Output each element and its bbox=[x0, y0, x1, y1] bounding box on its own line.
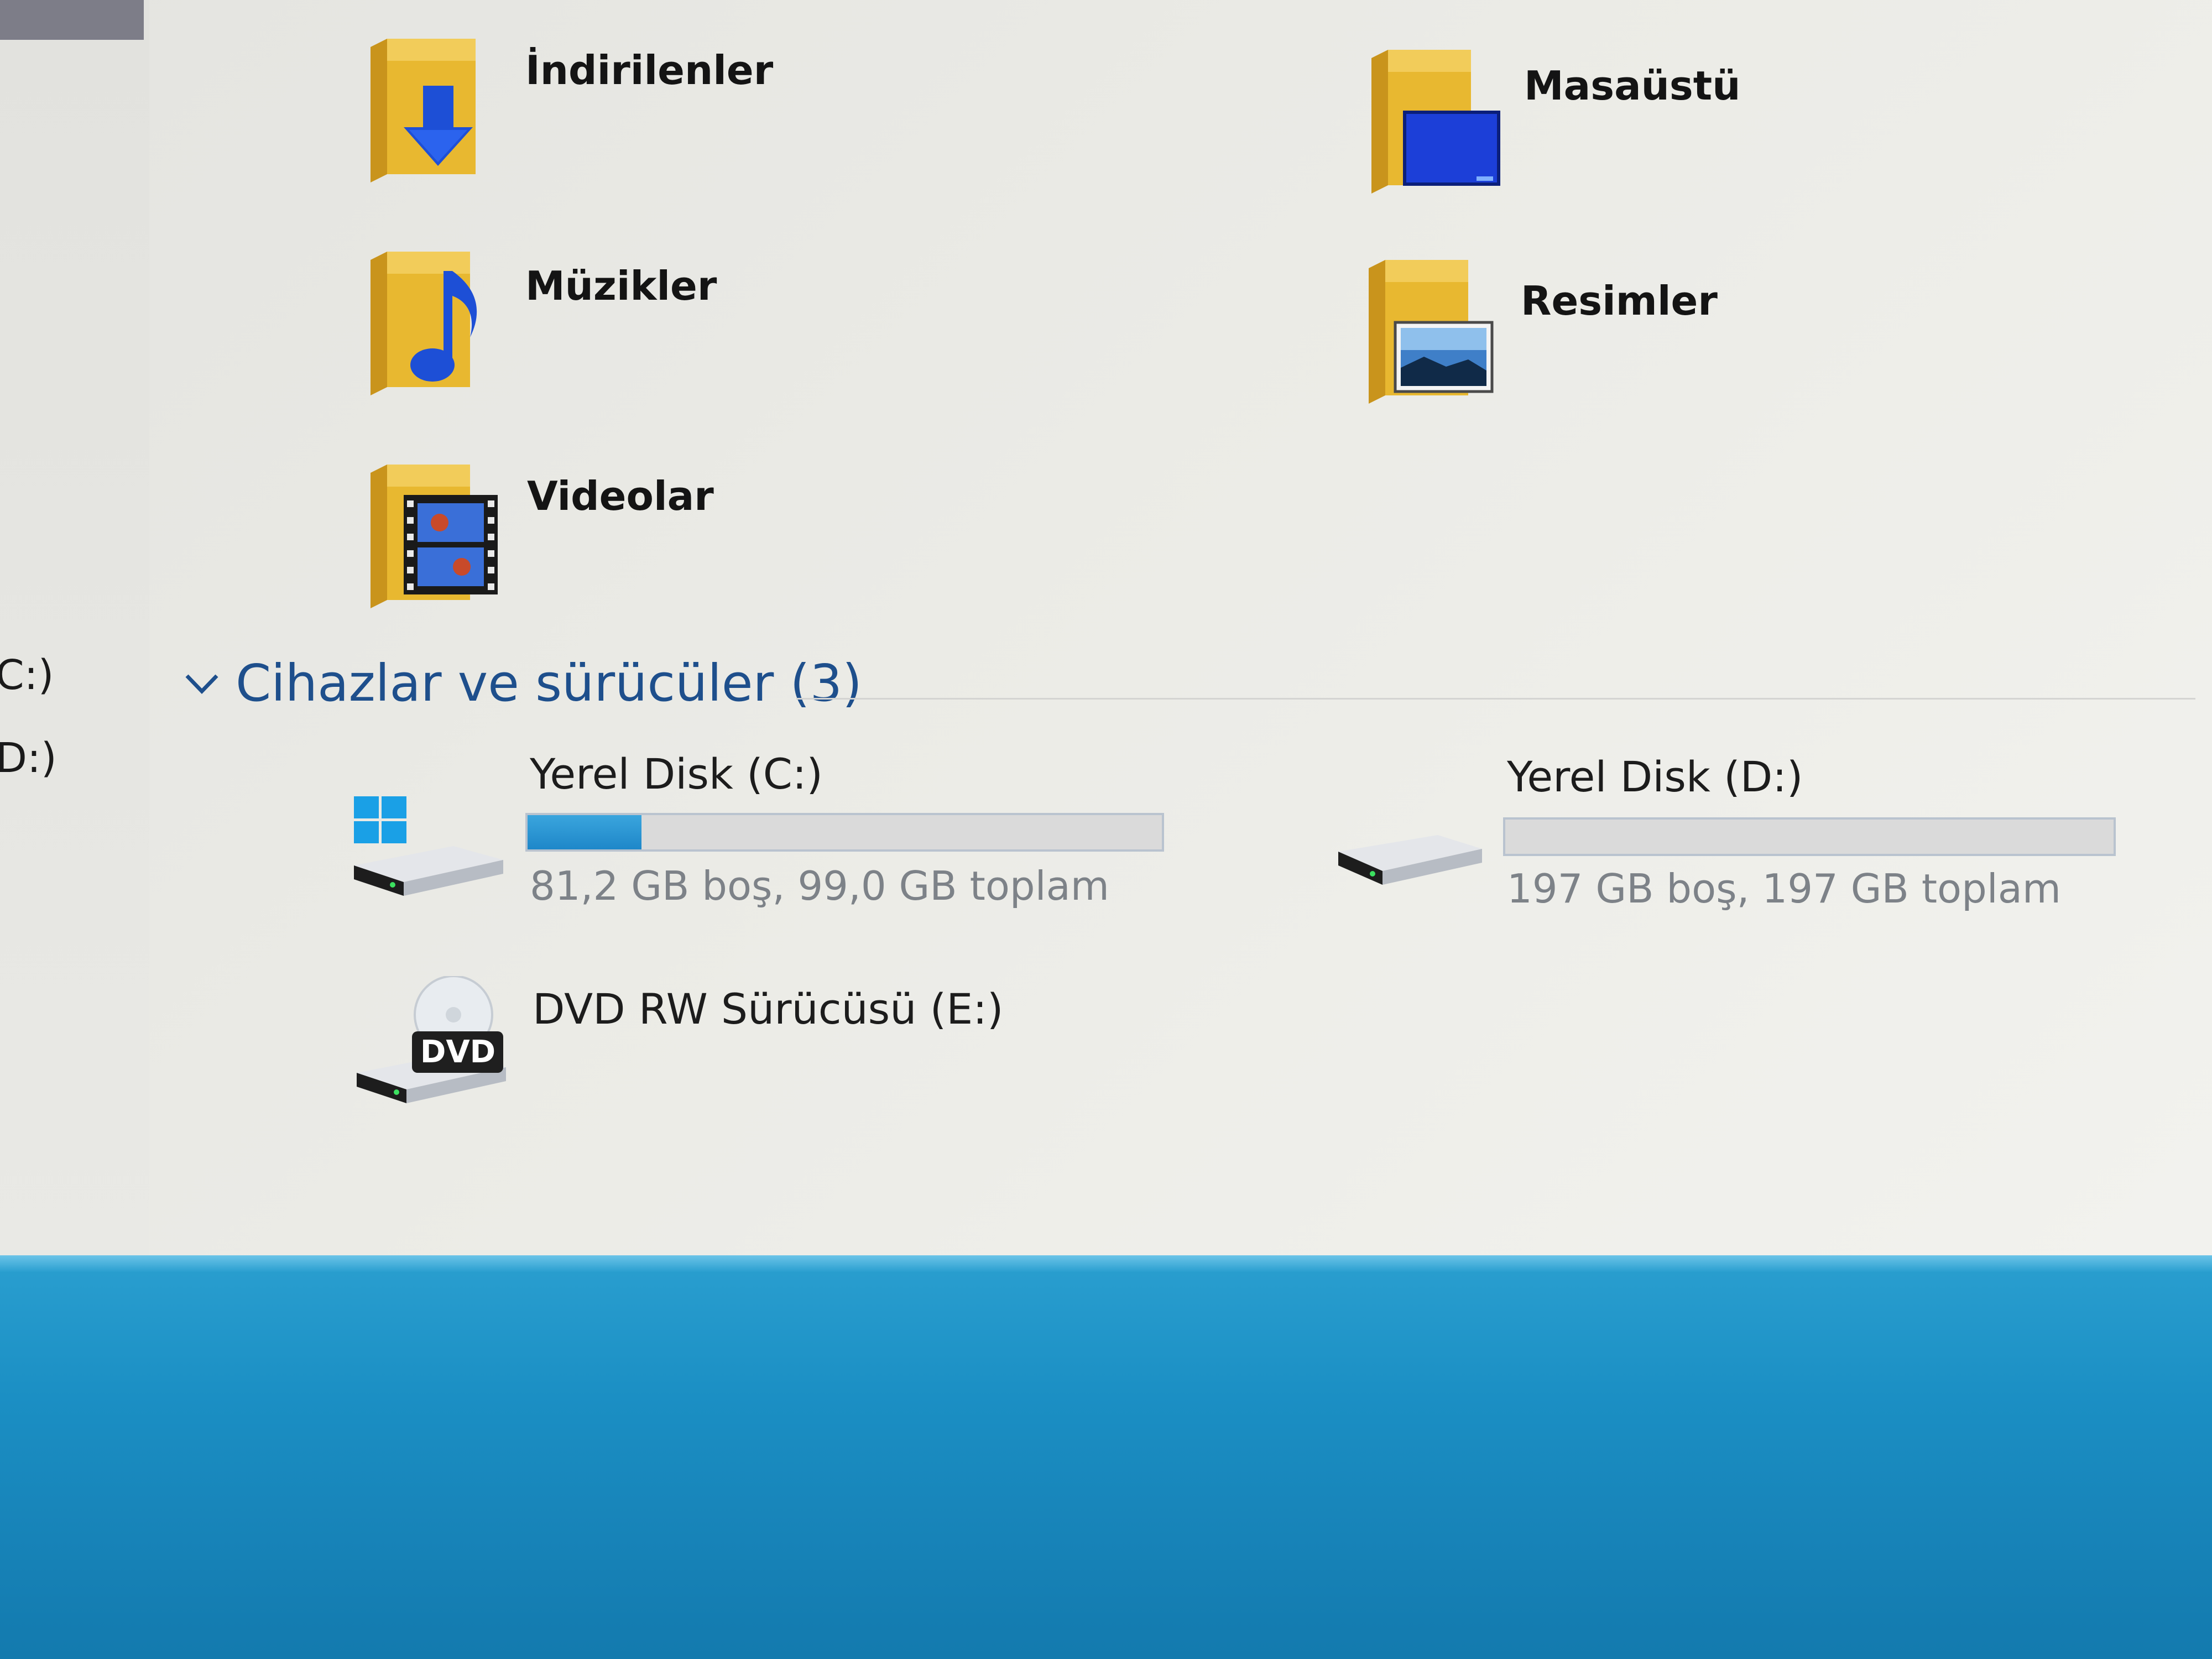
folder-label: Masaüstü bbox=[1524, 62, 1741, 109]
drive-name: DVD RW Sürücüsü (E:) bbox=[533, 984, 1004, 1034]
drive-space-text: 81,2 GB boş, 99,0 GB toplam bbox=[530, 863, 1109, 909]
navigation-pane[interactable]: C:) D:) bbox=[0, 0, 149, 1255]
desktop-background bbox=[0, 1255, 2212, 1659]
drive-tile-c[interactable]: Yerel Disk (C:) 81,2 GB boş, 99,0 GB top… bbox=[348, 749, 1178, 915]
folder-label: Müzikler bbox=[525, 263, 717, 309]
devices-section-header[interactable]: Cihazlar ve sürücüler (3) bbox=[182, 650, 862, 716]
drive-usage-fill bbox=[528, 815, 642, 849]
hard-drive-icon bbox=[1338, 835, 1482, 885]
drive-name: Yerel Disk (D:) bbox=[1507, 752, 1803, 801]
folder-label: Videolar bbox=[527, 473, 714, 519]
drive-tile-e[interactable]: DVD DVD RW Sürücüsü (E:) bbox=[351, 976, 1125, 1120]
folder-label: Resimler bbox=[1521, 278, 1718, 324]
nav-item-drive-d[interactable]: D:) bbox=[0, 734, 57, 782]
drive-tile-d[interactable]: Yerel Disk (D:) 197 GB boş, 197 GB topla… bbox=[1327, 752, 2157, 918]
videos-folder-icon bbox=[371, 465, 498, 608]
section-title: Cihazlar ve sürücüler (3) bbox=[236, 653, 862, 713]
windows-drive-icon bbox=[354, 796, 503, 896]
drive-space-text: 197 GB boş, 197 GB toplam bbox=[1507, 865, 2062, 912]
dvd-badge: DVD bbox=[420, 1034, 496, 1070]
drive-usage-bar bbox=[525, 813, 1164, 852]
downloads-folder-icon bbox=[371, 39, 476, 182]
pictures-folder-icon bbox=[1369, 260, 1494, 404]
nav-item-drive-c[interactable]: C:) bbox=[0, 651, 54, 699]
drive-usage-bar bbox=[1503, 817, 2116, 856]
folder-label: İndirilenler bbox=[525, 47, 774, 93]
file-explorer-window: C:) D:) İndirilenler Masaüstü Müzikler R… bbox=[0, 0, 2212, 1255]
music-folder-icon bbox=[371, 252, 477, 395]
window-bottom-edge bbox=[0, 1255, 2212, 1272]
section-divider bbox=[796, 698, 2195, 700]
drive-name: Yerel Disk (C:) bbox=[530, 749, 823, 799]
nav-selected-item[interactable] bbox=[0, 0, 144, 40]
screen: C:) D:) İndirilenler Masaüstü Müzikler R… bbox=[0, 0, 2212, 1659]
desktop-folder-icon bbox=[1371, 50, 1500, 194]
chevron-down-icon[interactable] bbox=[182, 664, 221, 702]
